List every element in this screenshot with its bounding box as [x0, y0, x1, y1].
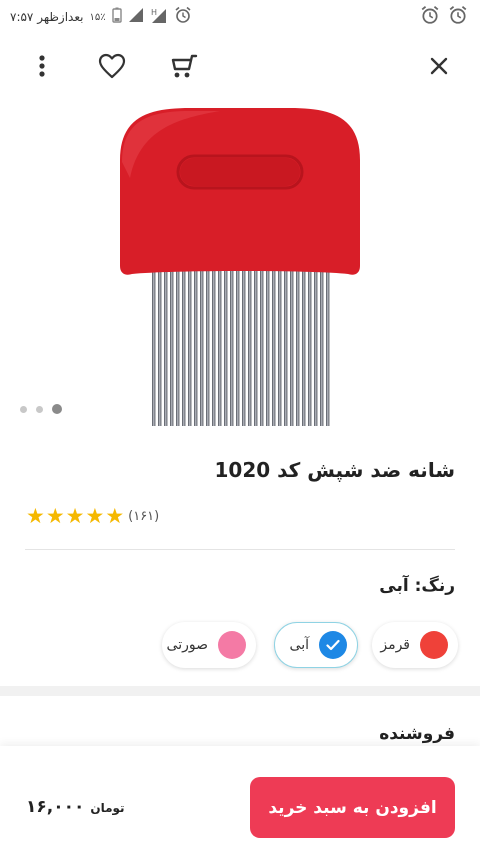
comb-tine [254, 268, 258, 426]
comb-tine [242, 268, 246, 426]
comb-tine [290, 268, 294, 426]
pager-dot[interactable] [36, 405, 43, 413]
comb-tine [248, 268, 252, 426]
pager-dot[interactable] [20, 405, 27, 413]
bottom-bar: افزودن به سبد خرید ۱۶,۰۰۰ تومان [0, 746, 480, 854]
price-currency: تومان [90, 801, 125, 815]
battery-percent: ۱۵٪ [89, 11, 106, 23]
comb-tine [200, 268, 204, 426]
star-icon: ★ [85, 504, 105, 528]
color-option-red[interactable]: قرمز [372, 622, 458, 668]
comb-tine [308, 268, 312, 426]
product-title: شانه ضد شپش کد 1020 [214, 458, 455, 482]
comb-tine [278, 268, 282, 426]
color-option-blue[interactable]: آبی [274, 622, 358, 668]
close-icon [429, 56, 449, 80]
star-icon: ★ [105, 504, 125, 528]
add-to-cart-button[interactable]: افزودن به سبد خرید [250, 777, 455, 838]
alarm-icon [448, 5, 468, 29]
comb-tine [224, 268, 228, 426]
color-option-pink[interactable]: صورتی [162, 622, 256, 668]
comb-tine [266, 268, 270, 426]
comb-tine [236, 268, 240, 426]
color-option-label: قرمز [380, 637, 410, 653]
star-icon: ★ [26, 504, 45, 528]
price: ۱۶,۰۰۰ تومان [26, 797, 125, 817]
comb-tine [320, 268, 324, 426]
seller-label: فروشنده [379, 724, 455, 744]
signal-h-icon: H [150, 6, 168, 28]
cart-icon [170, 52, 198, 84]
more-options-button[interactable] [24, 50, 60, 86]
product-rating[interactable]: ★ ★ ★ ★ ★ (۱۶۱) [26, 506, 159, 527]
color-option-label: صورتی [166, 637, 208, 653]
divider [25, 549, 455, 550]
favorite-button[interactable] [94, 50, 130, 86]
product-image[interactable] [70, 98, 410, 432]
check-icon [326, 636, 340, 655]
section-separator [0, 686, 480, 696]
comb-tine [182, 268, 186, 426]
comb-tine [296, 268, 300, 426]
star-icon: ★ [45, 504, 65, 528]
comb-tine [176, 268, 180, 426]
rating-stars: ★ ★ ★ ★ ★ [26, 506, 124, 527]
status-right-group [420, 5, 468, 29]
comb-tine [218, 268, 222, 426]
svg-text:H: H [151, 8, 157, 17]
close-button[interactable] [421, 50, 457, 86]
status-bar: ۷:۵۷ بعدازظهر ۱۵٪ H [0, 0, 480, 32]
price-value: ۱۶,۰۰۰ [26, 797, 85, 817]
comb-tine [188, 268, 192, 426]
comb-tine [206, 268, 210, 426]
comb-tine [314, 268, 318, 426]
comb-tine [212, 268, 216, 426]
status-left-group: ۷:۵۷ بعدازظهر ۱۵٪ H [10, 6, 192, 28]
lice-comb-image [120, 108, 360, 426]
cart-button[interactable] [166, 50, 202, 86]
rating-count: (۱۶۱) [128, 509, 160, 524]
comb-tine [284, 268, 288, 426]
color-option-label: آبی [289, 637, 309, 653]
color-swatch [218, 631, 246, 659]
comb-tine [164, 268, 168, 426]
heart-icon [98, 53, 126, 83]
image-pager [20, 404, 62, 414]
color-swatch [420, 631, 448, 659]
color-swatch-selected [319, 631, 347, 659]
comb-tine [302, 268, 306, 426]
comb-tine [326, 268, 330, 426]
color-label: رنگ: آبی [379, 576, 455, 596]
comb-tine [260, 268, 264, 426]
more-vert-icon [38, 54, 46, 82]
comb-tine [152, 268, 156, 426]
comb-tine [158, 268, 162, 426]
battery-icon [111, 7, 122, 27]
star-icon: ★ [65, 504, 85, 528]
comb-tine [272, 268, 276, 426]
status-time: ۷:۵۷ بعدازظهر [10, 10, 84, 24]
alarm-icon [420, 5, 440, 29]
comb-tine [194, 268, 198, 426]
comb-tine [230, 268, 234, 426]
comb-tine [170, 268, 174, 426]
pager-dot-active[interactable] [52, 404, 62, 414]
app-bar [0, 40, 480, 96]
signal-icon [128, 7, 144, 27]
alarm-icon [174, 6, 192, 28]
